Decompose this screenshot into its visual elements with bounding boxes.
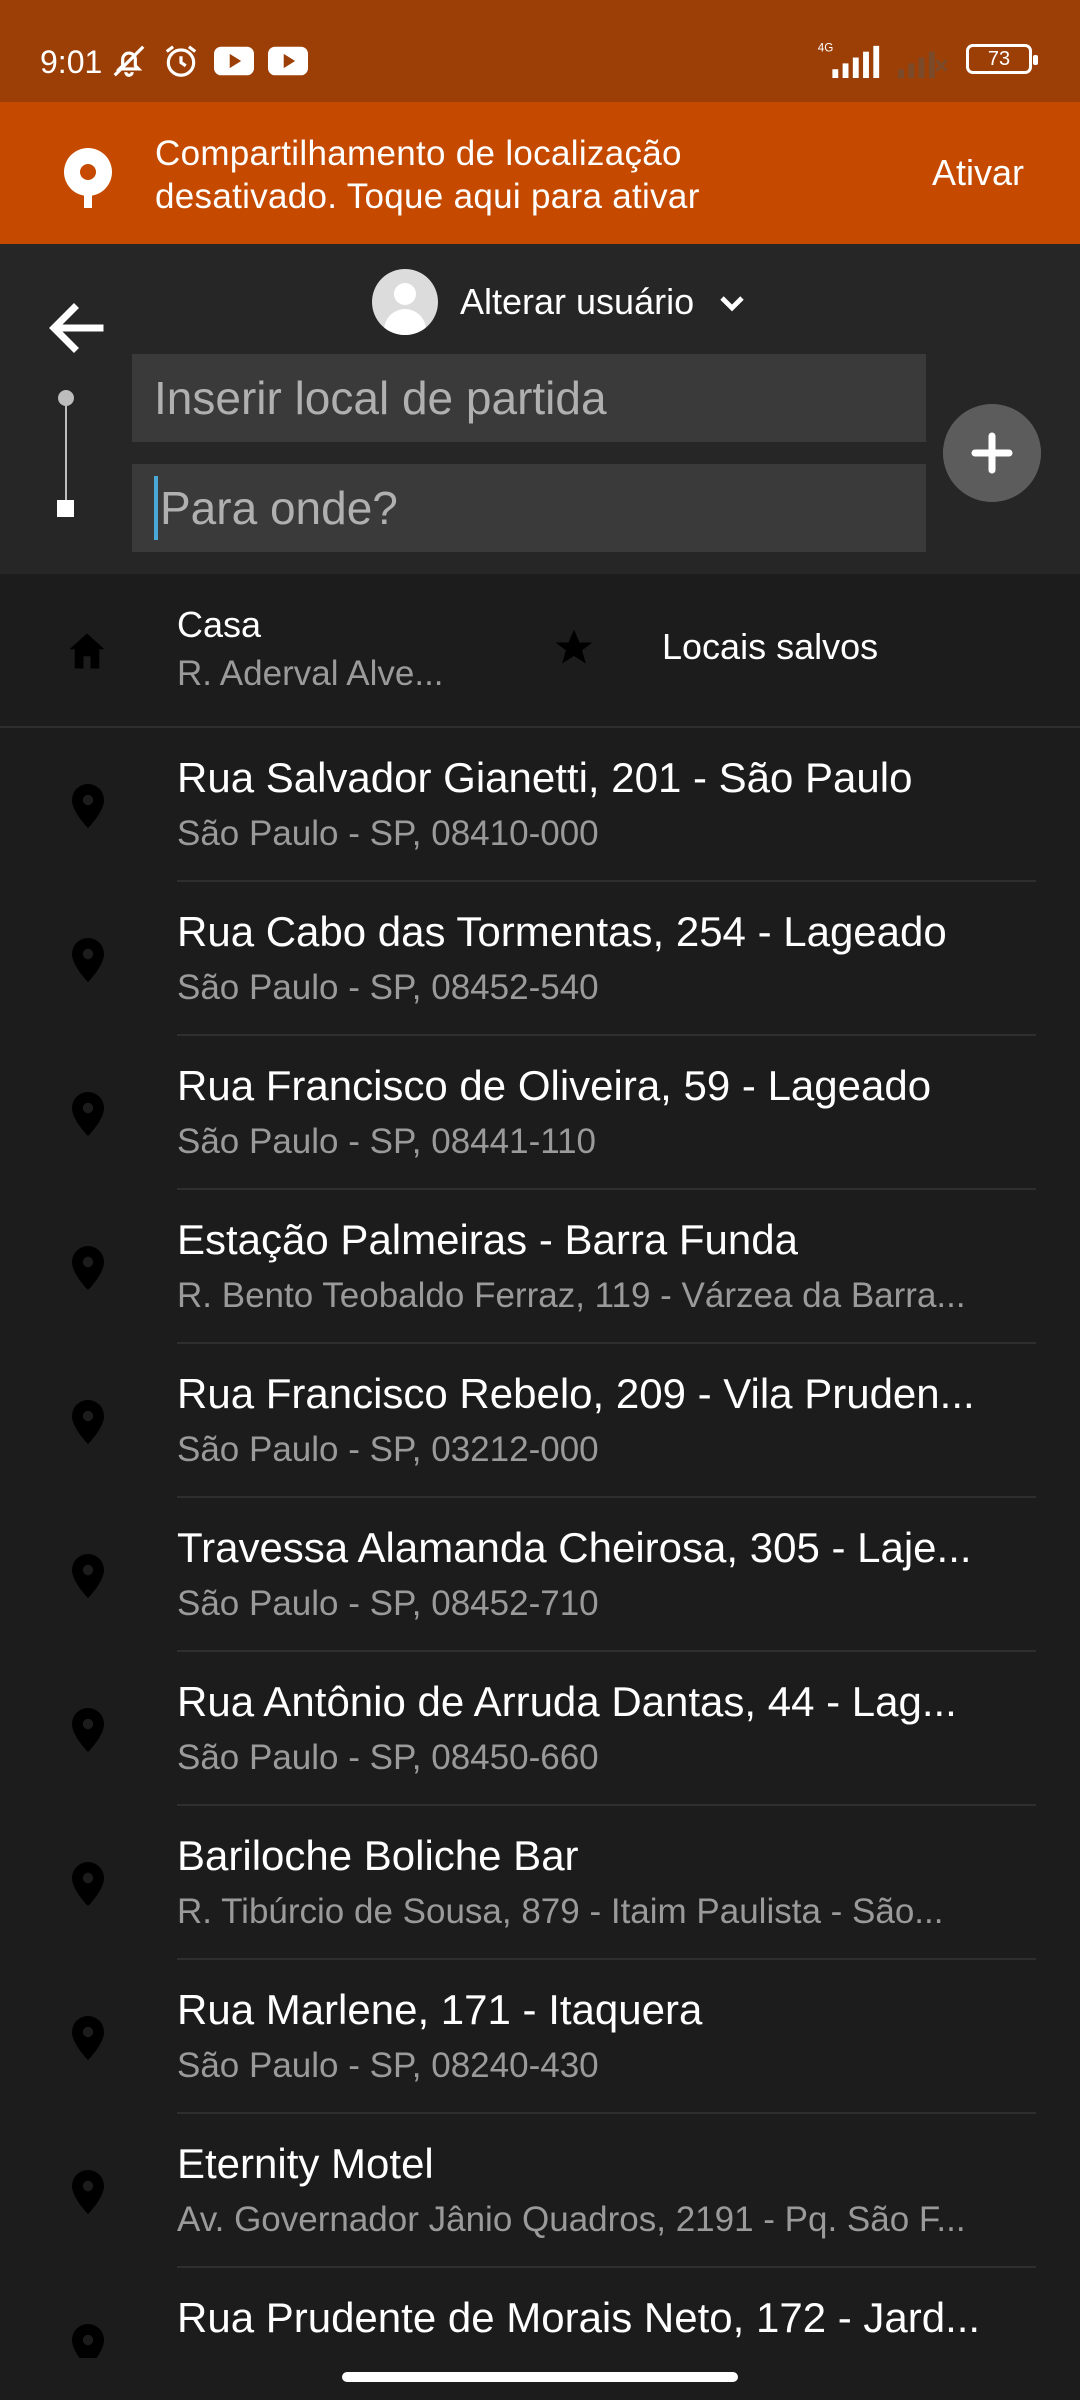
- home-address: R. Aderval Alve...: [177, 654, 444, 693]
- status-bar: 9:01 4G 73: [0, 0, 1080, 102]
- battery-icon: 73: [966, 44, 1038, 74]
- place-address: R. Tibúrcio de Sousa, 879 - Itaim Paulis…: [177, 1892, 944, 1931]
- location-pin-icon: [72, 1862, 104, 1906]
- place-title: Rua Antônio de Arruda Dantas, 44 - Lag..…: [177, 1678, 957, 1725]
- location-pin-icon: [72, 2324, 104, 2358]
- battery-level: 73: [987, 47, 1011, 70]
- home-icon: [69, 633, 105, 669]
- list-item[interactable]: Rua Marlene, 171 - Itaquera São Paulo - S…: [0, 1960, 1080, 2114]
- notification-icons: [110, 42, 308, 80]
- network-type: 4G: [818, 42, 834, 55]
- banner-message: Compartilhamento de localização desativa…: [155, 134, 700, 216]
- destination-square-icon: [57, 500, 74, 517]
- enable-location-button[interactable]: Ativar: [932, 152, 1024, 194]
- list-item[interactable]: Bariloche Boliche Bar R. Tibúrcio de Sous…: [0, 1806, 1080, 1960]
- list-item[interactable]: Estação Palmeiras - Barra Funda R. Bento …: [0, 1190, 1080, 1344]
- location-pin-icon: [72, 2170, 104, 2214]
- location-pin-icon: [72, 1246, 104, 1290]
- switch-user-label: Alterar usuário: [460, 281, 695, 322]
- pickup-dot-icon: [58, 390, 74, 406]
- list-item[interactable]: Rua Cabo das Tormentas, 254 - Lageado São…: [0, 882, 1080, 1036]
- location-pin-icon: [64, 148, 112, 208]
- place-title: Rua Prudente de Morais Neto, 172 - Jard.…: [177, 2294, 981, 2341]
- place-address: R. Bento Teobaldo Ferraz, 119 - Várzea d…: [177, 1276, 966, 1315]
- muted-bell-icon: [113, 45, 145, 77]
- place-address: São Paulo - SP, 08452-710: [177, 1584, 599, 1623]
- location-pin-icon: [72, 2016, 104, 2060]
- list-item[interactable]: Rua Salvador Gianetti, 201 - São Paulo Sã…: [0, 728, 1080, 882]
- list-item[interactable]: Travessa Alamanda Cheirosa, 305 - Laje..…: [0, 1498, 1080, 1652]
- list-item[interactable]: Rua Prudente de Morais Neto, 172 - Jard.…: [0, 2268, 1080, 2358]
- status-time: 9:01: [40, 44, 103, 80]
- route-connector: [65, 406, 67, 502]
- place-address: São Paulo - SP, 08410-000: [177, 814, 599, 853]
- signal-off-icon: [898, 51, 948, 78]
- pickup-input[interactable]: Inserir local de partida: [132, 354, 926, 442]
- add-stop-button[interactable]: [943, 404, 1041, 502]
- location-pin-icon: [72, 1554, 104, 1598]
- switch-user-button[interactable]: Alterar usuário: [372, 266, 748, 338]
- location-pin-icon: [72, 784, 104, 828]
- chevron-down-icon: [720, 296, 744, 312]
- saved-places-label: Locais salvos: [662, 626, 879, 667]
- system-icons: 4G 73: [814, 40, 1038, 78]
- saved-places-row: Casa R. Aderval Alve... Locais salvos: [0, 574, 1080, 728]
- list-item[interactable]: Eternity Motel Av. Governador Jânio Quadr…: [0, 2114, 1080, 2268]
- youtube-icon: [268, 46, 308, 76]
- place-title: Travessa Alamanda Cheirosa, 305 - Laje..…: [177, 1524, 972, 1571]
- place-title: Rua Francisco Rebelo, 209 - Vila Pruden.…: [177, 1370, 975, 1417]
- place-title: Rua Francisco de Oliveira, 59 - Lageado: [177, 1062, 932, 1109]
- text-cursor: [154, 476, 158, 540]
- star-icon: [555, 629, 593, 664]
- location-sharing-banner[interactable]: Compartilhamento de localização desativa…: [0, 102, 1080, 244]
- destination-input[interactable]: Para onde?: [132, 464, 926, 552]
- place-title: Rua Salvador Gianetti, 201 - São Paulo: [177, 754, 913, 801]
- signal-icon: 4G: [818, 42, 880, 78]
- destination-placeholder: Para onde?: [160, 482, 398, 534]
- home-indicator[interactable]: [342, 2372, 738, 2382]
- place-title: Eternity Motel: [177, 2140, 434, 2187]
- place-title: Rua Cabo das Tormentas, 254 - Lageado: [177, 908, 947, 955]
- place-title: Bariloche Boliche Bar: [177, 1832, 579, 1879]
- list-item[interactable]: Rua Francisco de Oliveira, 59 - Lageado S…: [0, 1036, 1080, 1190]
- location-pin-icon: [72, 1092, 104, 1136]
- list-item[interactable]: Rua Francisco Rebelo, 209 - Vila Pruden.…: [0, 1344, 1080, 1498]
- back-arrow-icon[interactable]: [40, 292, 112, 364]
- place-address: São Paulo - SP, 08240-430: [177, 2046, 599, 2085]
- recent-places-list: Rua Salvador Gianetti, 201 - São Paulo Sã…: [0, 728, 1080, 2358]
- avatar: [372, 269, 438, 335]
- list-item[interactable]: Rua Antônio de Arruda Dantas, 44 - Lag..…: [0, 1652, 1080, 1806]
- place-address: São Paulo - SP, 08450-660: [177, 1738, 599, 1777]
- home-title: Casa: [177, 604, 262, 645]
- pickup-placeholder: Inserir local de partida: [154, 372, 607, 424]
- youtube-icon: [214, 46, 254, 76]
- place-address: São Paulo - SP, 08452-540: [177, 968, 599, 1007]
- location-pin-icon: [72, 1400, 104, 1444]
- place-address: São Paulo - SP, 08441-110: [177, 1122, 597, 1161]
- place-address: São Paulo - SP, 03212-000: [177, 1430, 599, 1469]
- place-address: Av. Governador Jânio Quadros, 2191 - Pq.…: [177, 2200, 966, 2239]
- location-pin-icon: [72, 938, 104, 982]
- route-header: Alterar usuário Inserir local de partida…: [0, 244, 1080, 574]
- alarm-icon: [165, 45, 197, 77]
- place-title: Estação Palmeiras - Barra Funda: [177, 1216, 798, 1263]
- place-title: Rua Marlene, 171 - Itaquera: [177, 1986, 703, 2033]
- location-pin-icon: [72, 1708, 104, 1752]
- screen: 9:01 4G 73 Compartilhamento de localizaç…: [0, 0, 1080, 2400]
